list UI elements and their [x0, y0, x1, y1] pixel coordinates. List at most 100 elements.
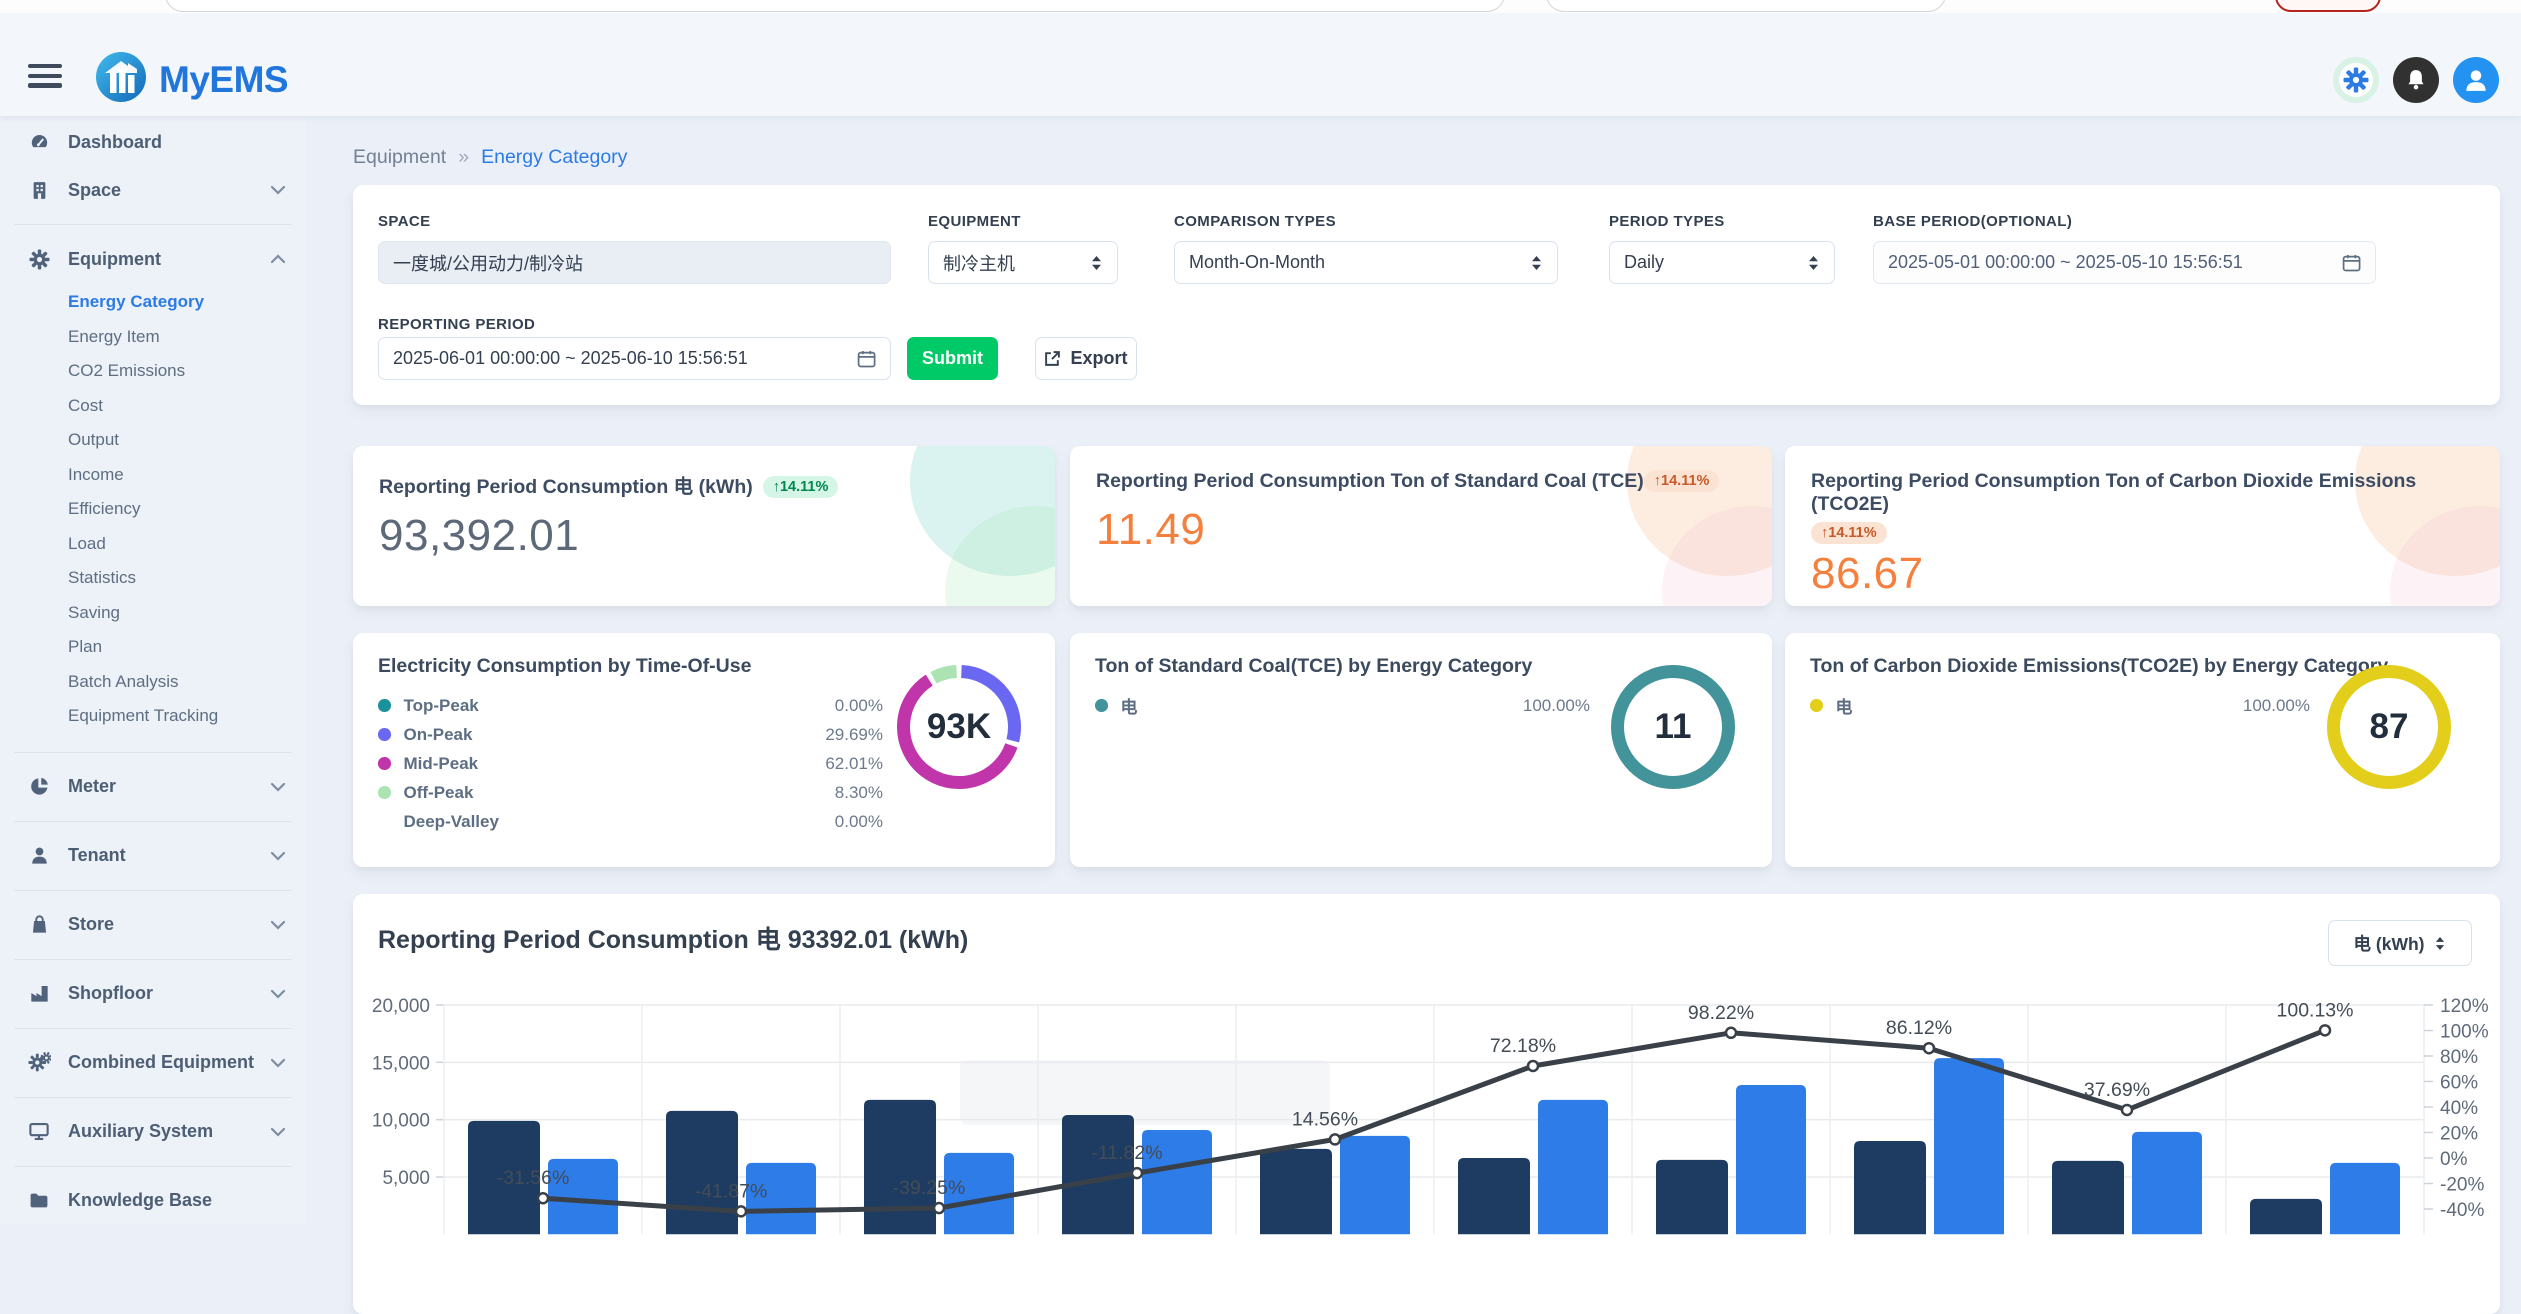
sidebar-item-equipment[interactable]: Equipment: [0, 235, 306, 283]
donut-chart[interactable]: 87: [2319, 657, 2459, 797]
building-icon: [24, 180, 54, 201]
sidebar-item-meter[interactable]: Meter: [0, 763, 306, 811]
donut-center-value: 87: [2319, 657, 2459, 797]
filter-panel: SPACE EQUIPMENT 制冷主机 COMPARISON TYPES Mo…: [353, 185, 2500, 405]
sidebar-subitem-batch-analysis[interactable]: Batch Analysis: [0, 665, 306, 700]
legend-item-deep-valley[interactable]: Deep-Valley0.00%: [378, 807, 883, 836]
notifications-button[interactable]: [2393, 57, 2439, 103]
sidebar-divider: [14, 752, 292, 753]
select-arrows-icon: [1090, 254, 1103, 272]
legend-dot: [378, 699, 391, 712]
trend-badge: ↑14.11%: [1811, 522, 1887, 544]
svg-text:5,000: 5,000: [382, 1168, 430, 1189]
base-period-input[interactable]: [1873, 241, 2376, 284]
legend-percentage: 100.00%: [1523, 696, 1590, 716]
svg-text:98.22%: 98.22%: [1688, 1002, 1754, 1024]
legend-dot: [378, 728, 391, 741]
space-input[interactable]: [378, 241, 891, 284]
legend-percentage: 8.30%: [835, 783, 883, 803]
svg-text:37.69%: 37.69%: [2084, 1079, 2150, 1101]
sidebar-item-auxiliary-system[interactable]: Auxiliary System: [0, 1108, 306, 1156]
export-button[interactable]: Export: [1035, 337, 1137, 380]
sidebar-subitem-cost[interactable]: Cost: [0, 389, 306, 424]
donut-chart[interactable]: 11: [1603, 657, 1743, 797]
sidebar-subitem-income[interactable]: Income: [0, 458, 306, 493]
sidebar-item-store[interactable]: Store: [0, 901, 306, 949]
folder-icon: [24, 1190, 54, 1211]
sidebar-item-dashboard[interactable]: Dashboard: [0, 118, 306, 166]
stat-value: 93,392.01: [379, 511, 1029, 561]
pie-icon: [24, 776, 54, 797]
space-label: SPACE: [378, 213, 431, 230]
consumption-bar-chart[interactable]: 20,00015,00010,0005,000120%100%80%60%40%…: [353, 894, 2500, 1314]
breadcrumb-energy-category[interactable]: Energy Category: [481, 146, 627, 169]
logo-icon: [95, 51, 147, 108]
period-types-select[interactable]: Daily: [1609, 241, 1835, 284]
sidebar-item-knowledge-base[interactable]: Knowledge Base: [0, 1177, 306, 1225]
brand-logo[interactable]: MyEMS: [95, 51, 288, 108]
sidebar-subitem-co2-emissions[interactable]: CO2 Emissions: [0, 354, 306, 389]
donut-title: Electricity Consumption by Time-Of-Use: [378, 655, 751, 678]
svg-text:-31.56%: -31.56%: [497, 1167, 570, 1189]
legend-percentage: 29.69%: [825, 725, 883, 745]
svg-text:20%: 20%: [2440, 1124, 2478, 1145]
legend-item-mid-peak[interactable]: Mid-Peak62.01%: [378, 749, 883, 778]
legend-item-电[interactable]: 电100.00%: [1095, 691, 1590, 720]
donut-legend: 电100.00%: [1095, 691, 1590, 720]
svg-text:-11.82%: -11.82%: [1091, 1142, 1162, 1164]
donut-center-value: 93K: [889, 657, 1029, 797]
sidebar-item-tenant[interactable]: Tenant: [0, 832, 306, 880]
svg-text:40%: 40%: [2440, 1098, 2478, 1119]
svg-text:72.18%: 72.18%: [1490, 1035, 1556, 1057]
period-types-label: PERIOD TYPES: [1609, 213, 1725, 230]
svg-text:15,000: 15,000: [372, 1053, 430, 1074]
sidebar-divider: [14, 1028, 292, 1029]
breadcrumb: Equipment » Energy Category: [353, 146, 627, 169]
user-avatar[interactable]: [2453, 57, 2499, 103]
reporting-period-label: REPORTING PERIOD: [378, 316, 535, 333]
sidebar-item-combined-equipment[interactable]: Combined Equipment: [0, 1039, 306, 1087]
sidebar-subitem-equipment-tracking[interactable]: Equipment Tracking: [0, 699, 306, 734]
sidebar-subitem-saving[interactable]: Saving: [0, 596, 306, 631]
sidebar-subitem-efficiency[interactable]: Efficiency: [0, 492, 306, 527]
comparison-types-select[interactable]: Month-On-Month: [1174, 241, 1558, 284]
legend-dot: [378, 757, 391, 770]
sidebar-subitem-energy-category[interactable]: Energy Category: [0, 285, 306, 320]
chevron-down-icon: [270, 851, 286, 861]
bell-icon: [2404, 68, 2428, 92]
stat-title: Reporting Period Consumption Ton of Carb…: [1811, 470, 2474, 516]
legend-dot: [378, 815, 391, 828]
sidebar-subitem-plan[interactable]: Plan: [0, 630, 306, 665]
legend-item-off-peak[interactable]: Off-Peak8.30%: [378, 778, 883, 807]
equipment-select[interactable]: 制冷主机: [928, 241, 1118, 284]
sidebar-subitem-load[interactable]: Load: [0, 527, 306, 562]
stat-title: Reporting Period Consumption 电 (kWh)↑14.…: [379, 470, 1029, 499]
user-icon: [2462, 66, 2490, 94]
sidebar-item-shopfloor[interactable]: Shopfloor: [0, 970, 306, 1018]
hamburger-menu-icon[interactable]: [28, 64, 62, 89]
browser-tab-shape: [165, 0, 1505, 12]
breadcrumb-equipment[interactable]: Equipment: [353, 146, 446, 169]
svg-text:120%: 120%: [2440, 996, 2489, 1017]
sidebar-subitem-statistics[interactable]: Statistics: [0, 561, 306, 596]
svg-text:60%: 60%: [2440, 1073, 2478, 1094]
legend-item-top-peak[interactable]: Top-Peak0.00%: [378, 691, 883, 720]
select-arrows-icon: [1530, 254, 1543, 272]
legend-item-on-peak[interactable]: On-Peak29.69%: [378, 720, 883, 749]
legend-item-电[interactable]: 电100.00%: [1810, 691, 2310, 720]
sidebar-subitem-energy-item[interactable]: Energy Item: [0, 320, 306, 355]
svg-text:14.56%: 14.56%: [1292, 1108, 1358, 1130]
user-icon: [24, 845, 54, 866]
sidebar-subitem-output[interactable]: Output: [0, 423, 306, 458]
donut-title: Ton of Standard Coal(TCE) by Energy Cate…: [1095, 655, 1532, 678]
stat-title: Reporting Period Consumption Ton of Stan…: [1096, 470, 1746, 493]
stat-card-2: Reporting Period Consumption Ton of Carb…: [1785, 446, 2500, 606]
sidebar-item-space[interactable]: Space: [0, 166, 306, 214]
donut-card-2: Ton of Carbon Dioxide Emissions(TCO2E) b…: [1785, 633, 2500, 867]
submit-button[interactable]: Submit: [907, 337, 998, 380]
svg-text:0%: 0%: [2440, 1149, 2468, 1170]
settings-button[interactable]: [2333, 57, 2379, 103]
reporting-period-input[interactable]: [378, 337, 891, 380]
equipment-label: EQUIPMENT: [928, 213, 1021, 230]
donut-chart[interactable]: 93K: [889, 657, 1029, 797]
